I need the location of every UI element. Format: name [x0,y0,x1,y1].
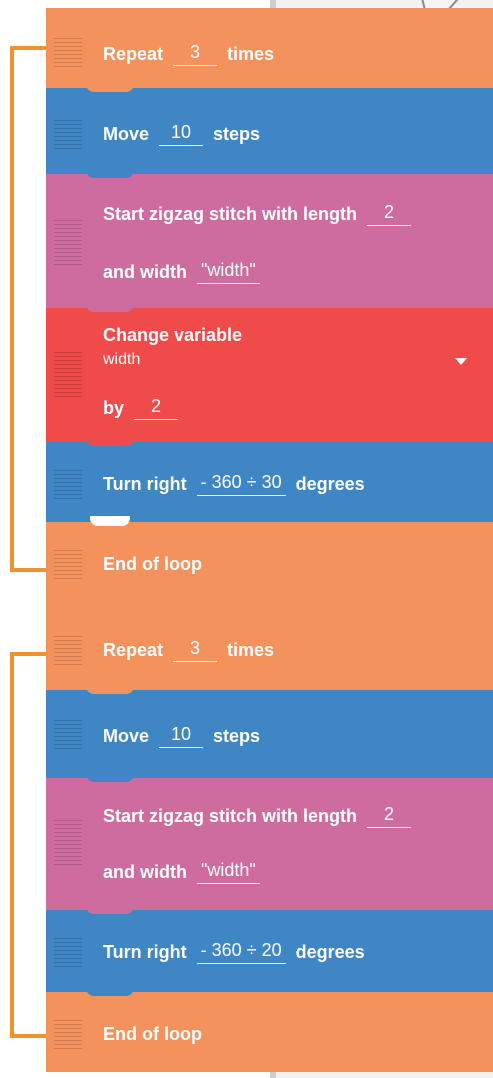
turn-right-block[interactable]: Turn right - 360 ÷ 30 degrees [46,442,493,526]
loop-bracket [10,652,46,1038]
change-variable-label: Change variable [103,324,243,345]
move-block[interactable]: Move 10 steps [46,690,493,782]
end-loop-label: End of loop [103,1023,202,1044]
zigzag-width-label: and width [103,861,187,882]
drag-handle-icon[interactable] [54,720,82,750]
turn-angle-input[interactable]: - 360 ÷ 30 [196,472,286,496]
end-loop-block[interactable]: End of loop [46,522,493,612]
end-loop-block[interactable]: End of loop [46,992,493,1072]
repeat-suffix: times [227,639,275,660]
drag-handle-icon[interactable] [54,120,82,150]
zigzag-width-input[interactable]: "width" [197,860,260,884]
zigzag-stitch-block[interactable]: Start zigzag stitch with length 2 and wi… [46,778,493,914]
block-connector [86,904,134,914]
change-by-label: by [103,397,125,418]
end-loop-label: End of loop [103,553,202,574]
change-variable-block[interactable]: Change variable width by 2 [46,308,493,446]
block-connector [86,986,134,996]
repeat-block[interactable]: Repeat 3 times [46,8,493,92]
drag-handle-icon[interactable] [54,820,82,866]
repeat-label: Repeat [103,639,164,660]
repeat-label: Repeat [103,43,164,64]
repeat-block[interactable]: Repeat 3 times [46,608,493,694]
move-label: Move [103,725,150,746]
drag-handle-icon[interactable] [54,352,82,398]
block-connector [86,772,134,782]
loop-bracket [10,46,46,572]
move-steps-input[interactable]: 10 [159,724,204,748]
zigzag-length-input[interactable]: 2 [367,202,412,226]
drag-handle-icon[interactable] [54,550,82,580]
drag-handle-icon[interactable] [54,938,82,968]
turn-right-label: Turn right [103,473,187,494]
block-connector [90,516,130,526]
move-steps-input[interactable]: 10 [159,122,204,146]
move-suffix: steps [213,725,261,746]
zigzag-width-input[interactable]: "width" [197,260,260,284]
block-connector [86,168,134,178]
change-by-input[interactable]: 2 [134,396,179,420]
chevron-down-icon[interactable] [455,358,467,365]
repeat-suffix: times [227,43,275,64]
zigzag-length-input[interactable]: 2 [367,804,412,828]
zigzag-stitch-block[interactable]: Start zigzag stitch with length 2 and wi… [46,174,493,312]
block-connector [86,302,134,312]
turn-right-block[interactable]: Turn right - 360 ÷ 20 degrees [46,910,493,996]
drag-handle-icon[interactable] [54,220,82,266]
block-connector [86,684,134,694]
zigzag-width-label: and width [103,261,187,282]
zigzag-label: Start zigzag stitch with length [103,805,358,826]
drag-handle-icon[interactable] [54,1020,82,1050]
drag-handle-icon[interactable] [54,470,82,500]
block-connector [86,82,134,92]
block-connector [86,436,134,446]
previous-block-edge [60,0,90,8]
turn-suffix: degrees [295,941,365,962]
drag-handle-icon[interactable] [54,636,82,666]
repeat-count-input[interactable]: 3 [173,42,218,66]
move-label: Move [103,123,150,144]
block-connector [86,602,134,612]
move-block[interactable]: Move 10 steps [46,88,493,178]
repeat-count-input[interactable]: 3 [173,638,218,662]
move-suffix: steps [213,123,261,144]
turn-right-label: Turn right [103,941,187,962]
turn-suffix: degrees [295,473,365,494]
drag-handle-icon[interactable] [54,38,82,68]
zigzag-label: Start zigzag stitch with length [103,203,358,224]
turn-angle-input[interactable]: - 360 ÷ 20 [196,940,286,964]
variable-select[interactable]: width [103,351,140,369]
